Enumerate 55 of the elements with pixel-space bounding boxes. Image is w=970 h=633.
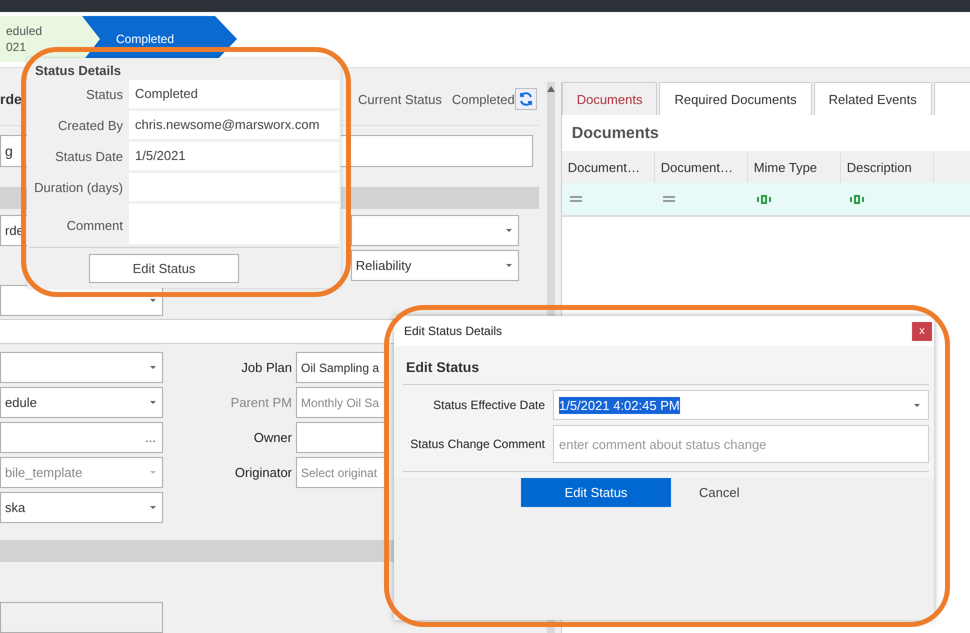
dropdown-field[interactable]: edule: [0, 387, 163, 418]
lookup-field[interactable]: ...: [0, 422, 163, 454]
caret-icon: [150, 366, 156, 370]
close-button[interactable]: x: [912, 322, 932, 340]
text-field[interactable]: Select originat: [296, 457, 386, 488]
caret-icon: [150, 471, 156, 474]
refresh-button[interactable]: [514, 88, 537, 110]
field-label: Created By: [56, 117, 124, 135]
refresh-icon: [518, 91, 534, 108]
caret-icon: [150, 506, 156, 510]
text-field[interactable]: Completed: [129, 80, 339, 108]
comment-field[interactable]: enter comment about status change: [553, 425, 929, 463]
dropdown-field[interactable]: [350, 214, 519, 246]
dropdown-field[interactable]: [0, 352, 163, 384]
equals-filter-icon[interactable]: [570, 196, 582, 202]
field-label: Duration (days): [33, 179, 124, 197]
caret-icon: [914, 404, 920, 406]
dropdown-field[interactable]: Reliability: [350, 250, 519, 281]
date-field[interactable]: 1/5/2021 4:02:45 PM: [553, 390, 929, 420]
caret-icon: [150, 298, 156, 302]
text-filter-icon[interactable]: [848, 194, 865, 204]
field-label: Status Date: [54, 148, 124, 166]
edit-status-button[interactable]: Edit Status: [521, 478, 671, 507]
tab[interactable]: Related Events: [814, 82, 932, 115]
field-label: Comment: [66, 217, 124, 235]
text-field[interactable]: chris.newsome@marsworx.com: [129, 111, 339, 139]
popup-title: Status Details: [34, 62, 122, 80]
caret-icon: [150, 401, 156, 404]
current-status-label: Current Status: [358, 92, 442, 107]
text-field[interactable]: [0, 602, 163, 633]
field-label: Owner: [252, 430, 293, 446]
field-label: Parent PM: [230, 395, 293, 410]
text-field[interactable]: [296, 422, 386, 454]
tab[interactable]: Required Documents: [659, 82, 812, 115]
equals-filter-icon[interactable]: [662, 196, 675, 202]
caret-icon: [506, 228, 512, 232]
cancel-button[interactable]: Cancel: [691, 478, 748, 507]
text-field[interactable]: Oil Sampling a: [296, 352, 386, 384]
field-label: Status Change Comment: [409, 437, 546, 451]
field-label: Status Effective Date: [432, 398, 546, 412]
field-label: Originator: [234, 465, 293, 480]
panel-heading: Documents: [570, 124, 660, 144]
dropdown-field[interactable]: ska: [0, 492, 163, 524]
caret-icon: [506, 264, 512, 267]
text-field[interactable]: 1/5/2021: [129, 142, 339, 170]
form-title: rde: [0, 91, 23, 108]
current-status-value: Completed: [452, 92, 515, 107]
dialog-title: Edit Status Details: [404, 324, 502, 338]
dialog-heading: Edit Status: [403, 346, 929, 385]
field-label: Job Plan: [240, 360, 293, 376]
edit-status-button[interactable]: Edit Status: [89, 254, 239, 283]
tab[interactable]: Documents: [562, 82, 658, 115]
text-filter-icon[interactable]: [756, 194, 772, 204]
up-arrow-icon[interactable]: [546, 86, 555, 92]
field-label: Status: [85, 86, 124, 104]
